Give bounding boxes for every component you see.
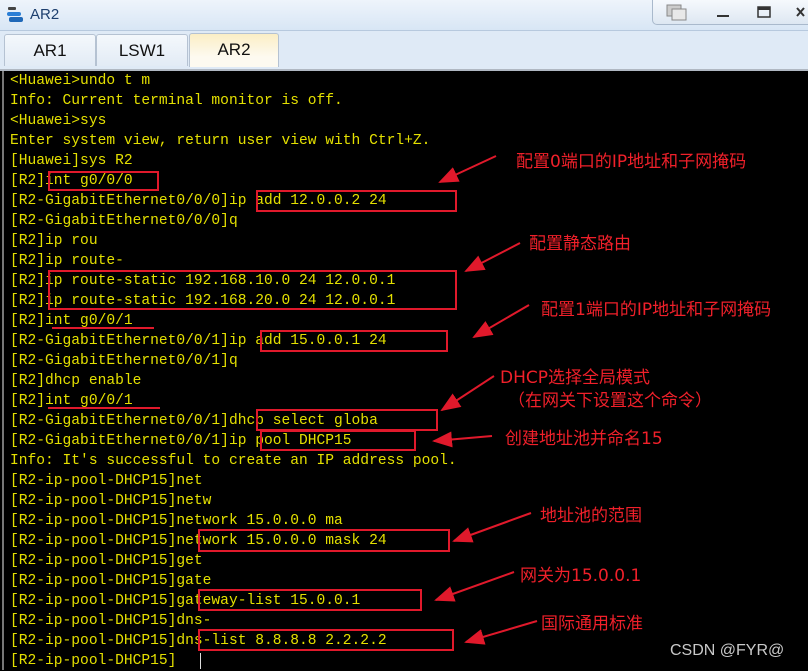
arrow-dhcp-global (440, 375, 495, 412)
arrow-gateway (434, 571, 515, 602)
arrow-port0 (438, 155, 497, 183)
title-bar: AR2 (0, 0, 808, 31)
tab-ar1[interactable]: AR1 (4, 34, 96, 66)
close-button[interactable] (785, 0, 808, 25)
tab-bar: AR1 LSW1 AR2 (0, 31, 808, 71)
close-icon (796, 7, 805, 17)
annotation-arrows (432, 155, 538, 645)
restore-view-button[interactable] (652, 0, 704, 25)
csdn-watermark: CSDN @FYR@ (670, 642, 785, 659)
tab-ar2[interactable]: AR2 (189, 33, 279, 67)
arrow-pool-range (452, 512, 532, 543)
maximize-icon (757, 6, 771, 18)
maximize-button[interactable] (744, 0, 786, 25)
terminal-console[interactable]: <Huawei>undo t m Info: Current terminal m… (2, 71, 808, 670)
minimize-button[interactable] (703, 0, 745, 25)
minimize-icon (717, 15, 729, 17)
tab-lsw1[interactable]: LSW1 (96, 34, 188, 66)
arrow-create-pool (432, 431, 493, 448)
arrow-port1 (472, 304, 530, 339)
arrow-dns (464, 620, 538, 645)
router-app-icon (7, 7, 23, 22)
restore-view-icon (666, 4, 687, 21)
arrow-static-route (464, 242, 521, 272)
window-title: AR2 (30, 6, 60, 23)
